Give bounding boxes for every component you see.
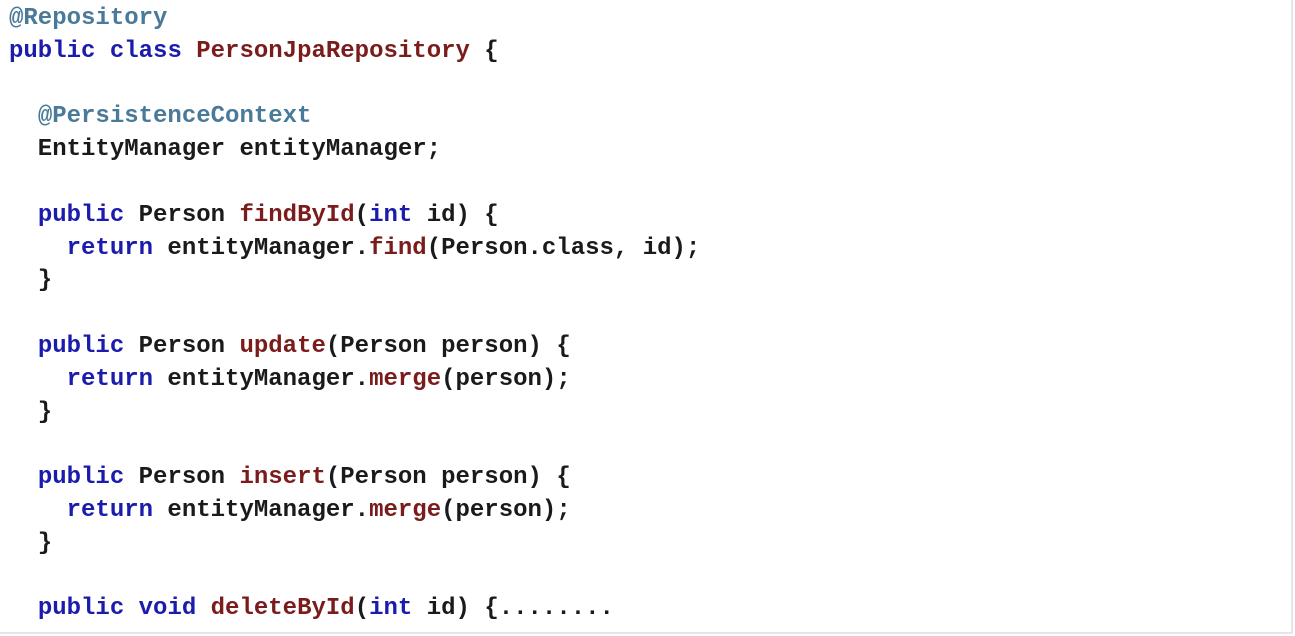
code-line: public Person update(Person person) {	[9, 331, 700, 364]
code-line: return entityManager.merge(person);	[9, 364, 700, 397]
code-token-plain: (person);	[441, 365, 571, 393]
code-token-plain: }	[9, 267, 53, 295]
code-token-method: update	[239, 332, 326, 360]
code-token-keyword: public	[37, 332, 125, 360]
code-token-plain: (person);	[441, 496, 571, 524]
code-line: return entityManager.merge(person);	[9, 495, 700, 528]
code-token-method: find	[369, 234, 427, 262]
code-line: @Repository	[9, 3, 700, 36]
code-token-plain: (Person person) {	[325, 464, 571, 492]
code-token-plain: Person	[124, 464, 240, 492]
code-token-plain: id) {	[412, 201, 499, 229]
code-token-plain: entityManager.	[153, 234, 370, 262]
code-token-keyword: return	[66, 234, 154, 262]
code-token-keyword: return	[66, 365, 154, 393]
code-token-plain: Person	[124, 201, 240, 229]
code-token-method: deleteById	[210, 595, 355, 623]
code-token-keyword: int	[369, 595, 413, 623]
code-token-plain: entityManager.	[153, 365, 370, 393]
code-token-annotation: @PersistenceContext	[37, 103, 312, 131]
code-token-plain: (Person.class, id);	[426, 234, 701, 262]
code-line: public Person findById(int id) {	[9, 200, 700, 233]
code-token-plain: }	[9, 398, 53, 426]
code-token-method: merge	[369, 496, 442, 524]
code-token-keyword: public	[9, 37, 96, 65]
code-line: ​	[9, 167, 700, 200]
code-line: }	[9, 265, 700, 298]
code-token-plain: entityManager.	[153, 496, 370, 524]
code-token-keyword: public	[37, 595, 125, 623]
code-token-plain: EntityManager entityManager;	[9, 136, 442, 164]
code-token-plain: }	[9, 529, 53, 557]
code-token-keyword: public	[37, 464, 125, 492]
code-token-plain: Person	[124, 332, 240, 360]
code-token-method: merge	[369, 365, 442, 393]
code-line: }	[9, 528, 700, 561]
code-token-keyword: int	[369, 201, 413, 229]
code-token-keyword: void	[138, 595, 197, 623]
code-token-plain: id) {........	[412, 595, 614, 623]
code-token-method: findById	[239, 201, 355, 229]
code-line: ​	[9, 69, 700, 102]
code-token-annotation: @Repository	[9, 5, 168, 32]
code-token-method: PersonJpaRepository	[196, 37, 470, 65]
code-line: EntityManager entityManager;	[9, 134, 700, 167]
code-block: @Repository public class PersonJpaReposit…	[9, 3, 700, 626]
code-token-keyword: return	[66, 496, 154, 524]
code-token-plain: {	[469, 37, 499, 65]
code-token-keyword: public	[37, 201, 125, 229]
code-token-plain: (	[354, 201, 370, 229]
code-token-plain: (Person person) {	[325, 332, 571, 360]
code-line: }	[9, 397, 700, 430]
code-line: ​	[9, 561, 700, 594]
code-token-keyword: class	[109, 37, 182, 65]
code-line: public void deleteById(int id) {........	[9, 593, 700, 626]
code-line: ​	[9, 429, 700, 462]
code-line: return entityManager.find(Person.class, …	[9, 233, 701, 266]
code-line: public class PersonJpaRepository {	[9, 36, 700, 69]
code-line: ​	[9, 298, 700, 331]
code-line: @PersistenceContext	[9, 101, 700, 134]
code-line: public Person insert(Person person) {	[9, 462, 700, 495]
code-token-plain: (	[354, 595, 370, 623]
code-panel: @Repository public class PersonJpaReposit…	[0, 0, 1293, 634]
code-token-method: insert	[239, 464, 326, 492]
